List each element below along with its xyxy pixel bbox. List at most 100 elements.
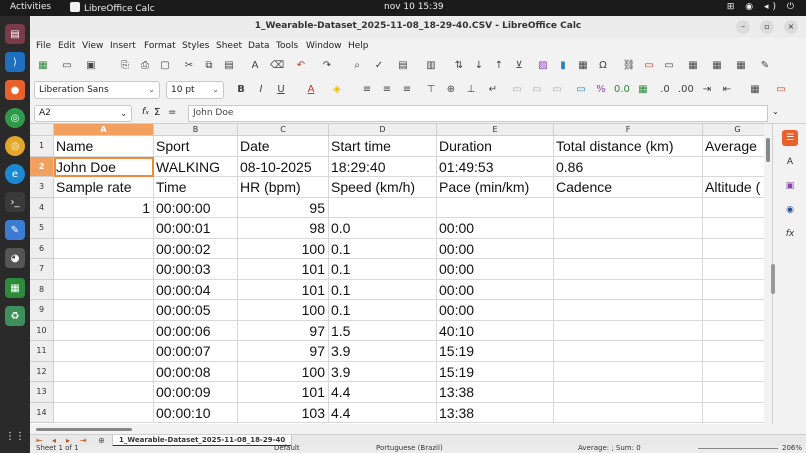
- row-header[interactable]: 7: [30, 259, 54, 280]
- cell-e4[interactable]: [437, 197, 554, 218]
- row-header[interactable]: 10: [30, 320, 54, 341]
- cell-c12[interactable]: 100: [238, 361, 329, 382]
- undo-icon[interactable]: ↶: [294, 59, 308, 73]
- menu-tools[interactable]: Tools: [276, 41, 298, 51]
- cell-a9[interactable]: [54, 300, 154, 321]
- apps-grid-icon[interactable]: ⋮⋮: [5, 426, 25, 446]
- row-header[interactable]: 2: [30, 156, 54, 177]
- percent-icon[interactable]: %: [594, 83, 608, 97]
- cell-c9[interactable]: 100: [238, 300, 329, 321]
- cell-a12[interactable]: [54, 361, 154, 382]
- cell-e5[interactable]: 00:00: [437, 218, 554, 239]
- clear-formatting-icon[interactable]: ⌫: [270, 59, 284, 73]
- row-icon[interactable]: ▤: [396, 59, 410, 73]
- close-button[interactable]: ×: [784, 20, 798, 34]
- cell-g13[interactable]: [703, 382, 764, 403]
- menu-data[interactable]: Data: [248, 41, 270, 51]
- cell-e2[interactable]: 01:49:53: [437, 156, 554, 177]
- menu-edit[interactable]: Edit: [58, 41, 75, 51]
- zoom-slider[interactable]: [698, 448, 778, 449]
- cell-f10[interactable]: [554, 320, 703, 341]
- cell-f14[interactable]: [554, 402, 703, 423]
- properties-icon[interactable]: ☰: [782, 130, 798, 146]
- cell-d1[interactable]: Start time: [329, 136, 437, 157]
- cell-a6[interactable]: [54, 238, 154, 259]
- cell-e9[interactable]: 00:00: [437, 300, 554, 321]
- align-bottom-icon[interactable]: ⊥: [464, 83, 478, 97]
- menu-format[interactable]: Format: [144, 41, 176, 51]
- spelling-icon[interactable]: ✓: [372, 59, 386, 73]
- borders-icon[interactable]: ▦: [748, 83, 762, 97]
- recycle-icon[interactable]: ♻: [5, 306, 25, 326]
- hyperlink-icon[interactable]: ⛓: [622, 59, 636, 73]
- menu-sheet[interactable]: Sheet: [216, 41, 242, 51]
- row-header[interactable]: 14: [30, 402, 54, 423]
- cell-f2[interactable]: 0.86: [554, 156, 703, 177]
- add-sheet-icon[interactable]: ⊕: [98, 436, 105, 445]
- menu-view[interactable]: View: [82, 41, 103, 51]
- bold-icon[interactable]: B: [234, 83, 248, 97]
- comment-icon[interactable]: ▭: [642, 59, 656, 73]
- menu-insert[interactable]: Insert: [110, 41, 136, 51]
- selection-summary[interactable]: Average: ; Sum: 0: [578, 444, 641, 452]
- cell-e3[interactable]: Pace (min/km): [437, 177, 554, 198]
- cell-a13[interactable]: [54, 382, 154, 403]
- image-icon[interactable]: ▨: [536, 59, 550, 73]
- cell-a8[interactable]: [54, 279, 154, 300]
- cell-d4[interactable]: [329, 197, 437, 218]
- maximize-button[interactable]: ▫: [760, 20, 774, 34]
- cell-e7[interactable]: 00:00: [437, 259, 554, 280]
- cell-c5[interactable]: 98: [238, 218, 329, 239]
- cell-b13[interactable]: 00:00:09: [154, 382, 238, 403]
- column-header-g[interactable]: G: [703, 124, 764, 136]
- cell-c10[interactable]: 97: [238, 320, 329, 341]
- cell-e10[interactable]: 40:10: [437, 320, 554, 341]
- cell-a5[interactable]: [54, 218, 154, 239]
- cell-d14[interactable]: 4.4: [329, 402, 437, 423]
- terminal-icon[interactable]: ›_: [5, 192, 25, 212]
- cell-c3[interactable]: HR (bpm): [238, 177, 329, 198]
- cell-b14[interactable]: 00:00:10: [154, 402, 238, 423]
- column-header-d[interactable]: D: [329, 124, 437, 136]
- cell-g11[interactable]: [703, 341, 764, 362]
- cell-c7[interactable]: 101: [238, 259, 329, 280]
- cell-e8[interactable]: 00:00: [437, 279, 554, 300]
- minimize-button[interactable]: –: [736, 20, 750, 34]
- cell-b4[interactable]: 00:00:00: [154, 197, 238, 218]
- cell-c11[interactable]: 97: [238, 341, 329, 362]
- gallery-icon[interactable]: ▣: [782, 178, 798, 194]
- styles-icon[interactable]: A: [782, 154, 798, 170]
- wrap-text-icon[interactable]: ↵: [486, 83, 500, 97]
- cell-b5[interactable]: 00:00:01: [154, 218, 238, 239]
- cell-e14[interactable]: 13:38: [437, 402, 554, 423]
- column-header-c[interactable]: C: [238, 124, 329, 136]
- cell-b6[interactable]: 00:00:02: [154, 238, 238, 259]
- increase-indent-icon[interactable]: ⇥: [700, 83, 714, 97]
- split-window-icon[interactable]: ▦: [734, 59, 748, 73]
- add-decimal-icon[interactable]: .0: [658, 83, 672, 97]
- row-header[interactable]: 13: [30, 382, 54, 403]
- column-header-e[interactable]: E: [437, 124, 554, 136]
- name-box[interactable]: A2 ⌄: [34, 105, 132, 122]
- calc-icon[interactable]: ▦: [5, 278, 25, 298]
- cell-d10[interactable]: 1.5: [329, 320, 437, 341]
- cell-f7[interactable]: [554, 259, 703, 280]
- cell-e11[interactable]: 15:19: [437, 341, 554, 362]
- cell-g14[interactable]: [703, 403, 764, 423]
- copy-icon[interactable]: ⧉: [202, 59, 216, 73]
- cell-c6[interactable]: 100: [238, 238, 329, 259]
- row-header[interactable]: 1: [30, 136, 54, 157]
- show-draw-functions-icon[interactable]: ✎: [758, 59, 772, 73]
- cell-b8[interactable]: 00:00:04: [154, 279, 238, 300]
- activities-button[interactable]: Activities: [10, 2, 51, 12]
- font-color-icon[interactable]: A: [304, 83, 318, 97]
- align-middle-icon[interactable]: ⊕: [444, 83, 458, 97]
- new-document-icon[interactable]: ▦: [36, 59, 50, 73]
- row-header[interactable]: 5: [30, 218, 54, 239]
- cell-d3[interactable]: Speed (km/h): [329, 177, 437, 198]
- cell-a2[interactable]: John Doe: [54, 156, 154, 177]
- cell-d9[interactable]: 0.1: [329, 300, 437, 321]
- app-menu[interactable]: LibreOffice Calc: [70, 2, 155, 14]
- cell-c14[interactable]: 103: [238, 402, 329, 423]
- sort-descending-icon[interactable]: ↑: [492, 59, 506, 73]
